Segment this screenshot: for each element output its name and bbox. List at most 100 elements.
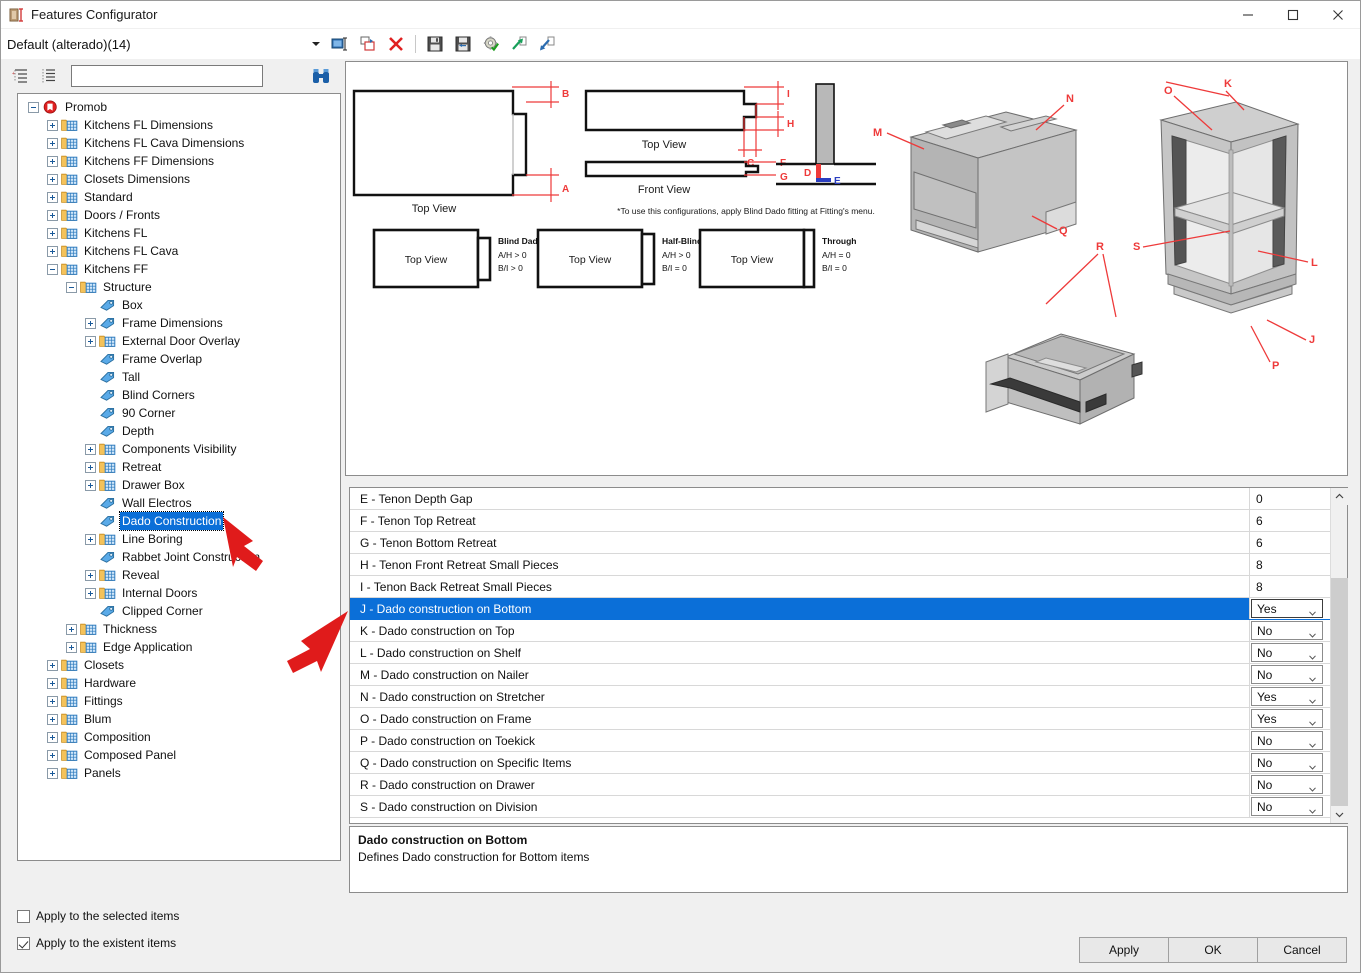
tree-expander-plus-icon[interactable] <box>85 570 96 581</box>
tree-item-clipped-corner[interactable]: Clipped Corner <box>18 602 340 620</box>
property-row[interactable]: F - Tenon Top Retreat6 <box>350 510 1332 532</box>
tree-expander-plus-icon[interactable] <box>47 714 58 725</box>
tree-item-retreat[interactable]: Retreat <box>18 458 340 476</box>
property-combobox[interactable]: No <box>1251 621 1323 640</box>
chevron-down-icon[interactable] <box>1309 606 1316 613</box>
property-row[interactable]: K - Dado construction on TopNo <box>350 620 1332 642</box>
tree-item-closets-dimensions[interactable]: Closets Dimensions <box>18 170 340 188</box>
property-grid[interactable]: E - Tenon Depth Gap0F - Tenon Top Retrea… <box>350 488 1332 823</box>
tree-item-external-door-overlay[interactable]: External Door Overlay <box>18 332 340 350</box>
tree-expander-plus-icon[interactable] <box>85 534 96 545</box>
tree-expander-minus-icon[interactable] <box>28 102 39 113</box>
features-tree[interactable]: PromobKitchens FL DimensionsKitchens FL … <box>17 93 341 861</box>
tree-item-kitchens-fl-cava-dimensions[interactable]: Kitchens FL Cava Dimensions <box>18 134 340 152</box>
tree-expander-plus-icon[interactable] <box>47 210 58 221</box>
tree-item-wall-electros[interactable]: Wall Electros <box>18 494 340 512</box>
tree-item-internal-doors[interactable]: Internal Doors <box>18 584 340 602</box>
property-combobox[interactable]: Yes <box>1251 709 1323 728</box>
tree-expander-plus-icon[interactable] <box>47 228 58 239</box>
save-as-button[interactable] <box>450 32 476 56</box>
property-combobox[interactable]: Yes <box>1251 687 1323 706</box>
tree-expander-plus-icon[interactable] <box>47 678 58 689</box>
tree-item-dado-construction[interactable]: Dado Construction <box>18 512 340 530</box>
property-combobox[interactable]: No <box>1251 643 1323 662</box>
tree-expander-minus-icon[interactable] <box>47 264 58 275</box>
property-value-cell[interactable]: No <box>1250 620 1332 641</box>
tree-item-drawer-box[interactable]: Drawer Box <box>18 476 340 494</box>
import-blue-arrow-icon[interactable] <box>534 32 560 56</box>
tree-item-hardware[interactable]: Hardware <box>18 674 340 692</box>
tree-item-frame-dimensions[interactable]: Frame Dimensions <box>18 314 340 332</box>
chevron-down-icon[interactable] <box>1309 628 1316 635</box>
tree-expander-minus-icon[interactable] <box>66 282 77 293</box>
tree-item-kitchens-fl-dimensions[interactable]: Kitchens FL Dimensions <box>18 116 340 134</box>
tree-item-blum[interactable]: Blum <box>18 710 340 728</box>
property-value-cell[interactable]: No <box>1250 642 1332 663</box>
save-button[interactable] <box>422 32 448 56</box>
tree-item-kitchens-ff[interactable]: Kitchens FF <box>18 260 340 278</box>
tree-expander-plus-icon[interactable] <box>47 768 58 779</box>
property-row[interactable]: M - Dado construction on NailerNo <box>350 664 1332 686</box>
tree-expander-plus-icon[interactable] <box>85 336 96 347</box>
property-row[interactable]: P - Dado construction on ToekickNo <box>350 730 1332 752</box>
property-value-cell[interactable]: No <box>1250 752 1332 773</box>
collapse-tree-icon[interactable] <box>37 64 61 88</box>
tree-item-depth[interactable]: Depth <box>18 422 340 440</box>
chevron-down-icon[interactable] <box>1309 694 1316 701</box>
ok-button[interactable]: OK <box>1168 937 1258 963</box>
tree-expander-plus-icon[interactable] <box>85 444 96 455</box>
tree-item-line-boring[interactable]: Line Boring <box>18 530 340 548</box>
configuration-combobox[interactable]: Default (alterado)(14) <box>7 37 307 52</box>
tree-item-standard[interactable]: Standard <box>18 188 340 206</box>
property-row[interactable]: E - Tenon Depth Gap0 <box>350 488 1332 510</box>
property-row[interactable]: N - Dado construction on StretcherYes <box>350 686 1332 708</box>
property-combobox[interactable]: No <box>1251 753 1323 772</box>
tree-item-fittings[interactable]: Fittings <box>18 692 340 710</box>
property-grid-scrollbar[interactable] <box>1330 488 1347 823</box>
tree-expander-plus-icon[interactable] <box>66 624 77 635</box>
chevron-down-icon[interactable] <box>1309 650 1316 657</box>
tree-search-input[interactable] <box>71 65 263 87</box>
tree-item-90-corner[interactable]: 90 Corner <box>18 404 340 422</box>
property-value-cell[interactable]: 8 <box>1250 576 1332 597</box>
expand-tree-icon[interactable]: + <box>9 64 33 88</box>
property-combobox[interactable]: Yes <box>1251 599 1323 618</box>
property-value-cell[interactable]: 0 <box>1250 488 1332 509</box>
maximize-button[interactable] <box>1270 1 1315 28</box>
scrollbar-thumb[interactable] <box>1331 578 1348 806</box>
tree-expander-plus-icon[interactable] <box>85 480 96 491</box>
apply-to-existent-checkbox[interactable] <box>17 937 30 950</box>
tree-expander-plus-icon[interactable] <box>47 138 58 149</box>
property-combobox[interactable]: No <box>1251 797 1323 816</box>
property-row[interactable]: H - Tenon Front Retreat Small Pieces8 <box>350 554 1332 576</box>
property-value-cell[interactable]: Yes <box>1250 598 1332 619</box>
tree-item-panels[interactable]: Panels <box>18 764 340 782</box>
minimize-button[interactable] <box>1225 1 1270 28</box>
chevron-down-icon[interactable] <box>1309 738 1316 745</box>
binoculars-icon[interactable] <box>309 64 333 88</box>
tree-item-kitchens-fl-cava[interactable]: Kitchens FL Cava <box>18 242 340 260</box>
property-row[interactable]: Q - Dado construction on Specific ItemsN… <box>350 752 1332 774</box>
tree-item-structure[interactable]: Structure <box>18 278 340 296</box>
property-value-cell[interactable]: No <box>1250 796 1332 817</box>
property-value-cell[interactable]: 6 <box>1250 510 1332 531</box>
property-value-cell[interactable]: 8 <box>1250 554 1332 575</box>
tree-item-rabbet-joint-construction[interactable]: Rabbet Joint Construction <box>18 548 340 566</box>
tree-expander-plus-icon[interactable] <box>47 660 58 671</box>
cancel-button[interactable]: Cancel <box>1257 937 1347 963</box>
tree-expander-plus-icon[interactable] <box>47 174 58 185</box>
tree-expander-plus-icon[interactable] <box>47 246 58 257</box>
tree-expander-plus-icon[interactable] <box>47 696 58 707</box>
apply-button[interactable]: Apply <box>1079 937 1169 963</box>
property-row[interactable]: L - Dado construction on ShelfNo <box>350 642 1332 664</box>
chevron-down-icon[interactable] <box>1309 804 1316 811</box>
tree-item-blind-corners[interactable]: Blind Corners <box>18 386 340 404</box>
chevron-down-icon[interactable] <box>1331 806 1348 823</box>
property-row[interactable]: S - Dado construction on DivisionNo <box>350 796 1332 818</box>
export-green-arrow-icon[interactable] <box>506 32 532 56</box>
property-row[interactable]: G - Tenon Bottom Retreat6 <box>350 532 1332 554</box>
tree-item-composition[interactable]: Composition <box>18 728 340 746</box>
tree-expander-plus-icon[interactable] <box>66 642 77 653</box>
tree-expander-plus-icon[interactable] <box>85 588 96 599</box>
tree-expander-plus-icon[interactable] <box>47 156 58 167</box>
